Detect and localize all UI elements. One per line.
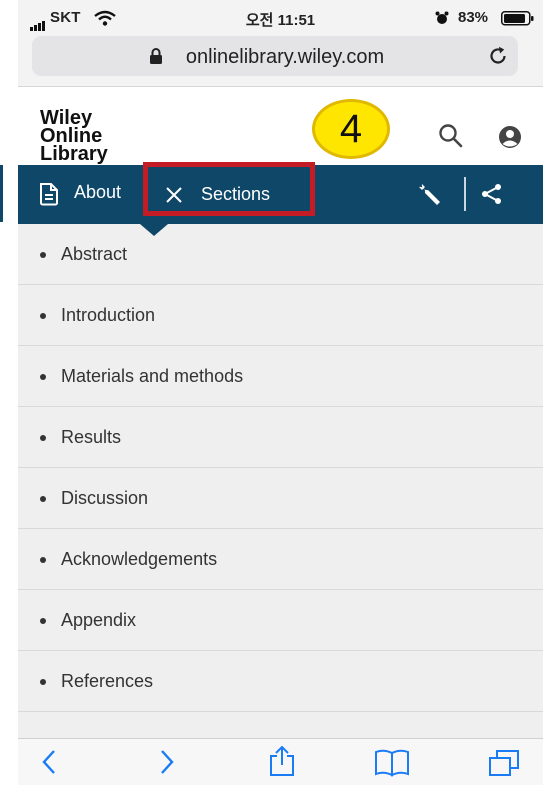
bullet: [40, 252, 46, 258]
page-edge: [0, 0, 18, 785]
browser-address-area: onlinelibrary.wiley.com: [18, 36, 543, 86]
section-item-references[interactable]: References: [18, 651, 543, 712]
section-label: Materials and methods: [61, 366, 244, 386]
page-edge-mark: [0, 165, 3, 222]
share-icon[interactable]: [481, 183, 503, 205]
section-item-abstract[interactable]: Abstract: [18, 224, 543, 285]
bullet: [40, 374, 46, 380]
search-icon[interactable]: [438, 123, 464, 149]
section-label: Abstract: [61, 244, 128, 264]
section-label: Appendix: [61, 610, 137, 630]
url-text: onlinelibrary.wiley.com: [185, 46, 385, 68]
battery-percent: 83%: [458, 9, 489, 26]
nav-divider: [464, 177, 466, 211]
about-label: About: [74, 182, 122, 202]
bullet: [40, 557, 46, 563]
bullet: [40, 435, 46, 441]
section-label: Results: [61, 427, 122, 447]
bullet: [40, 496, 46, 502]
bullet: [40, 313, 46, 319]
document-icon: [40, 183, 58, 206]
bookmarks-icon[interactable]: [374, 749, 410, 777]
address-bar[interactable]: onlinelibrary.wiley.com: [32, 36, 518, 76]
status-bar: SKT 오전 11:51 83%: [18, 0, 543, 36]
tabs-icon[interactable]: [488, 749, 520, 777]
article-nav-bar: About Sections: [18, 162, 543, 224]
share-sheet-icon[interactable]: [268, 745, 296, 777]
section-label: Introduction: [61, 305, 156, 325]
forward-icon[interactable]: [158, 749, 176, 775]
battery-icon: [501, 11, 534, 26]
wiley-logo[interactable]: Wiley Online Library: [40, 108, 108, 165]
reload-icon[interactable]: [487, 45, 509, 67]
sections-list: Abstract Introduction Materials and meth…: [18, 224, 543, 738]
back-icon[interactable]: [40, 749, 58, 775]
nav-pointer-caret: [140, 224, 168, 236]
account-icon[interactable]: [498, 125, 522, 149]
section-item-results[interactable]: Results: [18, 407, 543, 468]
section-item-appendix[interactable]: Appendix: [18, 590, 543, 651]
annotation-highlight-box: [143, 162, 315, 216]
section-item-introduction[interactable]: Introduction: [18, 285, 543, 346]
bullet: [40, 679, 46, 685]
section-item-acknowledgements[interactable]: Acknowledgements: [18, 529, 543, 590]
browser-toolbar: [18, 738, 543, 785]
section-label: Discussion: [61, 488, 149, 508]
bullet: [40, 618, 46, 624]
logo-line-3: Library: [40, 143, 108, 165]
section-label: References: [61, 671, 154, 691]
section-item-materials-and-methods[interactable]: Materials and methods: [18, 346, 543, 407]
tools-icon[interactable]: [416, 180, 444, 208]
step-badge: 4: [312, 99, 390, 159]
section-label: Acknowledgements: [61, 549, 218, 569]
site-header: Wiley Online Library 4: [18, 87, 543, 165]
section-item-discussion[interactable]: Discussion: [18, 468, 543, 529]
alarm-icon: [435, 11, 449, 24]
